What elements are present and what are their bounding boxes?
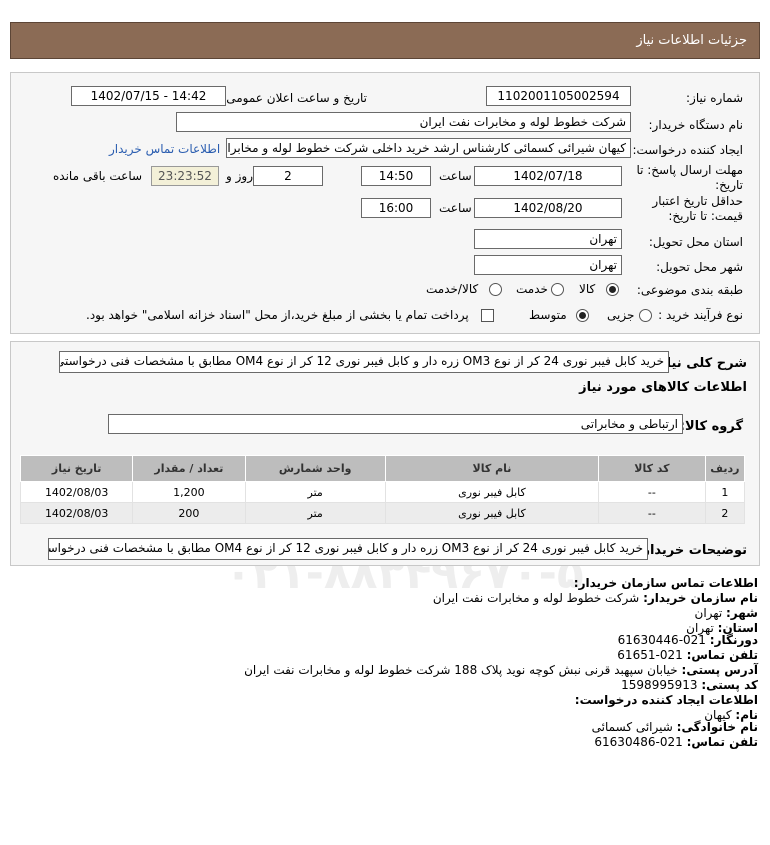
goods-group-label: گروه کالا: xyxy=(679,419,743,434)
buyer-contact-link[interactable]: اطلاعات تماس خریدار xyxy=(109,142,220,156)
contact-address-value: خیابان سپهبد قرنی نبش کوچه نوید پلاک 188… xyxy=(244,663,678,677)
treasury-checkbox[interactable] xyxy=(481,309,494,322)
page-title: جزئیات اطلاعات نیاز xyxy=(636,33,747,48)
purchase-radio-minor[interactable] xyxy=(639,309,652,322)
category-option-goods: کالا xyxy=(579,282,596,296)
category-radio-service[interactable] xyxy=(551,283,564,296)
validity-time-label: ساعت xyxy=(439,201,472,215)
col-code: کد کالا xyxy=(598,455,706,482)
contact-phone-label: تلفن تماس: xyxy=(686,648,758,662)
validity-label: حداقل تاریخ اعتبار xyxy=(652,194,743,208)
purchase-option-medium: متوسط xyxy=(529,308,567,322)
city-label: شهر محل تحویل: xyxy=(656,260,743,274)
col-unit: واحد شمارش xyxy=(244,455,386,482)
city-field: تهران xyxy=(474,255,622,275)
creator-last-name-line: نام خانوادگی: شیرائی کسمائی xyxy=(592,720,758,734)
contact-address-label: آدرس پستی: xyxy=(681,663,758,677)
goods-table-header: ردیف کد کالا نام کالا واحد شمارش تعداد /… xyxy=(19,455,746,482)
buyer-org-label: نام دستگاه خریدار: xyxy=(648,118,744,132)
contact-city-line: شهر: تهران xyxy=(695,606,758,620)
validity-time-field: 16:00 xyxy=(361,198,431,218)
creator-label: ایجاد کننده درخواست: xyxy=(632,143,743,157)
contact-city-label: شهر: xyxy=(726,606,758,620)
province-field: تهران xyxy=(474,229,622,249)
col-name: نام کالا xyxy=(384,455,600,482)
category-radio-goods[interactable] xyxy=(606,283,619,296)
category-label: طبقه بندی موضوعی: xyxy=(636,283,743,297)
col-row: ردیف xyxy=(704,455,746,482)
contact-city-value: تهران xyxy=(694,606,723,620)
creator-last-name-value: شیرائی کسمائی xyxy=(591,720,673,734)
contact-org-line: نام سازمان خریدار: شرکت خطوط لوله و مخاب… xyxy=(433,591,758,605)
purchase-option-minor: جزیی xyxy=(607,308,635,322)
cell-date: 1402/08/03 xyxy=(19,481,134,503)
announce-label: تاریخ و ساعت اعلان عمومی: xyxy=(222,91,367,105)
days-label: روز و xyxy=(226,169,253,183)
col-qty: تعداد / مقدار xyxy=(132,455,246,482)
remaining-label: ساعت باقی مانده xyxy=(53,169,143,183)
cell-qty: 200 xyxy=(132,502,246,524)
creator-phone-line: تلفن تماس: 021-61630486 xyxy=(594,735,758,749)
purchase-type-label: نوع فرآیند خرید : xyxy=(658,308,743,322)
col-date: تاریخ نیاز xyxy=(19,455,134,482)
contact-fax-label: دورنگار: xyxy=(709,633,758,647)
contact-fax-value: 021-61630446 xyxy=(617,633,706,647)
deadline-label: مهلت ارسال پاسخ: تا xyxy=(636,163,743,177)
purchase-radio-medium[interactable] xyxy=(576,309,589,322)
category-option-service: خدمت xyxy=(516,282,548,296)
buyer-notes-field: خرید کابل فیبر نوری 24 کر از نوع OM3 زره… xyxy=(48,538,648,560)
cell-unit: متر xyxy=(244,481,386,503)
creator-phone-value: 021-61630486 xyxy=(594,735,683,749)
creator-info-title: اطلاعات ایجاد کننده درخواست: xyxy=(574,693,758,707)
creator-last-name-label: نام خانوادگی: xyxy=(676,720,758,734)
days-field: 2 xyxy=(253,166,323,186)
contact-org-label: نام سازمان خریدار: xyxy=(643,591,758,605)
cell-date: 1402/08/03 xyxy=(19,502,134,524)
contact-postal-line: کد پستی: 1598995913 xyxy=(621,678,758,692)
table-row: 1 -- کابل فیبر نوری متر 1,200 1402/08/03 xyxy=(19,481,746,503)
deadline-label-date: تاریخ: xyxy=(715,178,743,192)
cell-code: -- xyxy=(598,481,706,503)
cell-unit: متر xyxy=(244,502,386,524)
announce-field: 1402/07/15 - 14:42 xyxy=(71,86,226,106)
need-number-field: 1102001105002594 xyxy=(486,86,631,106)
contact-postal-value: 1598995913 xyxy=(621,678,698,692)
contact-address-line: آدرس پستی: خیابان سپهبد قرنی نبش کوچه نو… xyxy=(244,663,758,677)
deadline-date-field: 1402/07/18 xyxy=(474,166,622,186)
cell-row: 2 xyxy=(704,502,746,524)
page-header: جزئیات اطلاعات نیاز xyxy=(10,22,760,59)
need-number-label: شماره نیاز: xyxy=(686,91,743,105)
category-option-both: کالا/خدمت xyxy=(426,282,479,296)
creator-phone-label: تلفن تماس: xyxy=(686,735,758,749)
contact-phone-line: تلفن تماس: 021-61651 xyxy=(617,648,758,662)
validity-label-date: قیمت: تا تاریخ: xyxy=(668,209,743,223)
buyer-org-field: شرکت خطوط لوله و مخابرات نفت ایران xyxy=(176,112,631,132)
creator-field: کیهان شیرائی کسمائی کارشناس ارشد خرید دا… xyxy=(226,138,631,158)
contact-postal-label: کد پستی: xyxy=(701,678,758,692)
contact-fax-line: دورنگار: 021-61630446 xyxy=(618,633,758,647)
treasury-text: پرداخت تمام یا بخشی از مبلغ خرید،از محل … xyxy=(86,308,469,322)
contact-org-value: شرکت خطوط لوله و مخابرات نفت ایران xyxy=(432,591,640,605)
goods-info-title: اطلاعات کالاهای مورد نیاز xyxy=(579,380,747,395)
contact-title: اطلاعات تماس سازمان خریدار: xyxy=(573,576,758,590)
cell-name: کابل فیبر نوری xyxy=(384,481,600,503)
deadline-time-field: 14:50 xyxy=(361,166,431,186)
general-desc-field: خرید کابل فیبر نوری 24 کر از نوع OM3 زره… xyxy=(59,351,669,373)
cell-row: 1 xyxy=(704,481,746,503)
cell-name: کابل فیبر نوری xyxy=(384,502,600,524)
deadline-time-label: ساعت xyxy=(439,169,472,183)
cell-qty: 1,200 xyxy=(132,481,246,503)
goods-table: ردیف کد کالا نام کالا واحد شمارش تعداد /… xyxy=(19,455,746,524)
contact-phone-value: 021-61651 xyxy=(617,648,683,662)
category-radio-both[interactable] xyxy=(489,283,502,296)
buyer-notes-label: توضیحات خریدار: xyxy=(637,543,747,558)
province-label: استان محل تحویل: xyxy=(648,235,743,249)
details-panel: شرح کلی نیاز: خرید کابل فیبر نوری 24 کر … xyxy=(10,341,760,566)
need-info-panel: شماره نیاز: 1102001105002594 تاریخ و ساع… xyxy=(10,72,760,334)
validity-date-field: 1402/08/20 xyxy=(474,198,622,218)
goods-group-field: ارتباطی و مخابراتی xyxy=(108,414,683,434)
cell-code: -- xyxy=(598,502,706,524)
remaining-timer: 23:23:52 xyxy=(151,166,219,186)
table-row: 2 -- کابل فیبر نوری متر 200 1402/08/03 xyxy=(19,502,746,524)
